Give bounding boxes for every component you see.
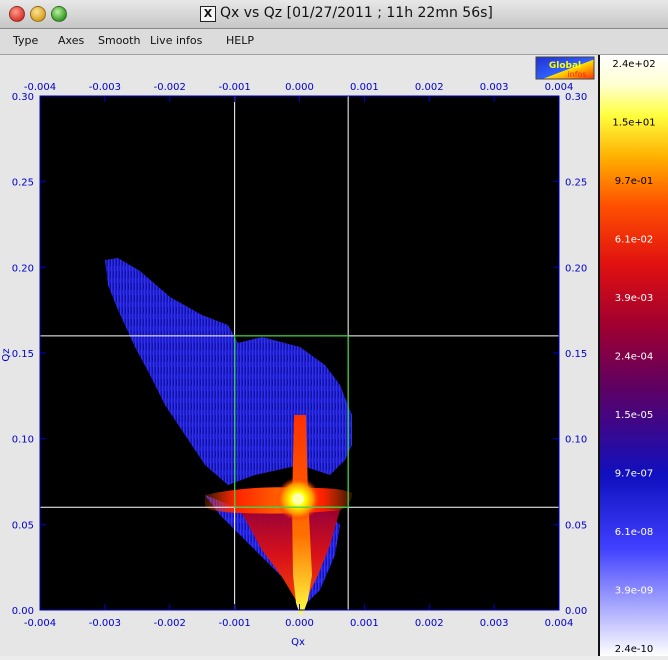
- x-tick-label-top: 0.001: [350, 82, 379, 93]
- y-tick-label-right: 0.10: [565, 435, 587, 446]
- menu-axes[interactable]: Axes: [58, 34, 84, 47]
- x-tick-label-bottom: 0.004: [545, 618, 574, 629]
- heatmap-plot[interactable]: -0.004-0.004-0.003-0.003-0.002-0.002-0.0…: [0, 55, 598, 656]
- y-tick-label-right: 0.20: [565, 263, 587, 274]
- x-tick-label-top: -0.002: [154, 82, 186, 93]
- menu-smooth[interactable]: Smooth: [98, 34, 140, 47]
- x-tick-label-top: 0.003: [480, 82, 509, 93]
- y-tick-label-right: 0.00: [565, 606, 587, 617]
- menu-help[interactable]: HELP: [226, 34, 254, 47]
- colorbar-label: 2.4e+02: [612, 59, 655, 70]
- y-tick-label-left: 0.20: [12, 263, 34, 274]
- y-tick-label-left: 0.15: [12, 349, 34, 360]
- x-tick-label-top: 0.000: [285, 82, 314, 93]
- y-tick-label-left: 0.05: [12, 520, 34, 531]
- bragg-peak-core: [292, 493, 304, 505]
- window-titlebar: X Qx vs Qz [01/27/2011 ; 11h 22mn 56s]: [0, 0, 668, 29]
- x-tick-label-bottom: -0.003: [89, 618, 121, 629]
- logo-line2: infos: [567, 70, 586, 79]
- colorbar-label: 2.4e-04: [615, 352, 653, 363]
- colorbar-label: 3.9e-03: [615, 293, 653, 304]
- y-tick-label-left: 0.00: [12, 606, 34, 617]
- y-tick-label-left: 0.25: [12, 178, 34, 189]
- colorbar-label: 3.9e-09: [615, 586, 653, 597]
- menu-live-infos[interactable]: Live infos: [150, 34, 202, 47]
- x11-app-icon: X: [200, 6, 216, 22]
- window-title: Qx vs Qz [01/27/2011 ; 11h 22mn 56s]: [220, 5, 493, 21]
- colorbar: 2.4e+02 1.5e+01 9.7e-01 6.1e-02 3.9e-03 2.4e-…: [600, 55, 668, 656]
- y-tick-label-right: 0.30: [565, 92, 587, 103]
- colorbar-label: 6.1e-02: [615, 235, 653, 246]
- menu-type[interactable]: Type: [13, 34, 38, 47]
- y-tick-label-right: 0.15: [565, 349, 587, 360]
- colorbar-label: 9.7e-07: [615, 469, 653, 480]
- colorbar-label: 2.4e-10: [615, 644, 653, 655]
- x-tick-label-bottom: -0.001: [219, 618, 251, 629]
- x-tick-label-bottom: 0.002: [415, 618, 444, 629]
- x-tick-label-bottom: -0.004: [24, 618, 56, 629]
- y-tick-label-right: 0.25: [565, 178, 587, 189]
- y-tick-label-left: 0.30: [12, 92, 34, 103]
- global-infos-logo[interactable]: Global infos: [535, 56, 595, 80]
- y-axis-label: Qz: [1, 348, 12, 361]
- colorbar-label: 1.5e+01: [612, 118, 655, 129]
- colorbar-label: 6.1e-08: [615, 527, 653, 538]
- colorbar-panel: 2.4e+02 1.5e+01 9.7e-01 6.1e-02 3.9e-03 2.4e-…: [598, 55, 668, 656]
- plot-area[interactable]: -0.004 -0.004 -0.003 -0.003 -0.002 -0.002 -0.0…: [0, 55, 598, 656]
- x-axis-label: Qx: [291, 637, 305, 648]
- x-tick-label-bottom: 0.003: [480, 618, 509, 629]
- zoom-window-button[interactable]: [51, 6, 67, 22]
- x-tick-label-bottom: -0.002: [154, 618, 186, 629]
- colorbar-label: 9.7e-01: [615, 176, 653, 187]
- minimize-window-button[interactable]: [30, 6, 46, 22]
- x-tick-label-bottom: 0.001: [350, 618, 379, 629]
- x-tick-label-top: 0.002: [415, 82, 444, 93]
- x-tick-label-bottom: 0.000: [285, 618, 314, 629]
- close-window-button[interactable]: [9, 6, 25, 22]
- menubar: Type Axes Smooth Live infos HELP: [0, 29, 668, 55]
- colorbar-label: 1.5e-05: [615, 410, 653, 421]
- x-tick-label-top: -0.003: [89, 82, 121, 93]
- y-tick-label-right: 0.05: [565, 520, 587, 531]
- x-tick-label-top: -0.001: [219, 82, 251, 93]
- y-tick-label-left: 0.10: [12, 435, 34, 446]
